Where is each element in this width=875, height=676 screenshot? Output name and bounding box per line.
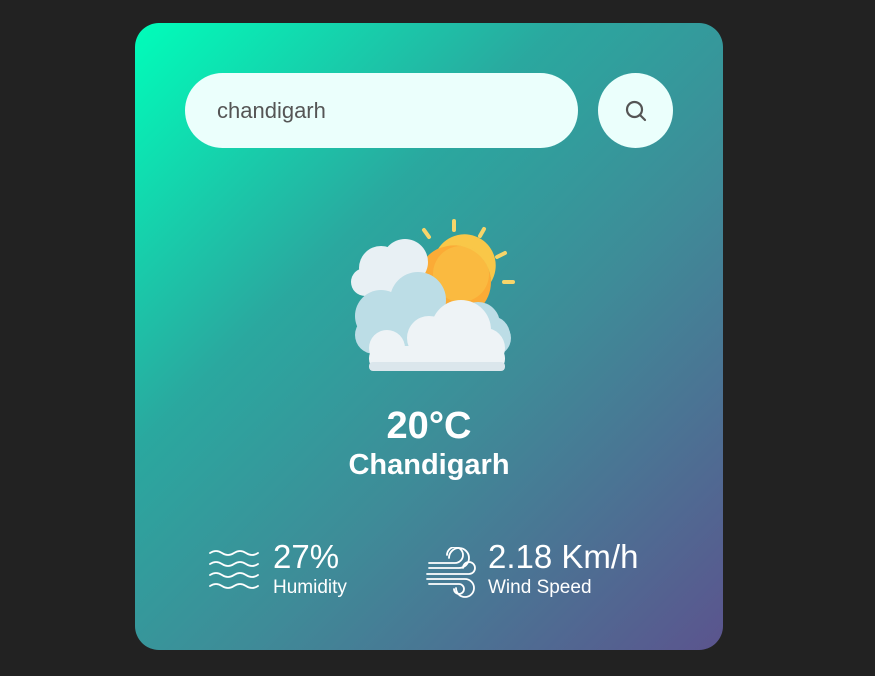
city-search-input[interactable] [185, 73, 578, 148]
humidity-detail: 27% Humidity [208, 538, 378, 608]
humidity-waves-icon [209, 550, 259, 589]
weather-card: 20°C Chandigarh 27% Humidity 2.18 Km/h W… [135, 23, 723, 650]
search-bar [185, 73, 673, 148]
city-name: Chandigarh [348, 449, 510, 481]
wind-detail: 2.18 Km/h Wind Speed [425, 538, 665, 608]
partly-cloudy-sun-icon [351, 219, 515, 371]
search-button[interactable] [598, 73, 673, 148]
humidity-label: Humidity [273, 577, 347, 598]
search-icon [625, 100, 646, 121]
wind-speed-label: Wind Speed [488, 577, 592, 598]
wind-icon [426, 547, 476, 598]
temperature: 20°C [386, 405, 472, 447]
wind-speed-value: 2.18 Km/h [488, 538, 639, 575]
humidity-value: 27% [273, 538, 340, 575]
